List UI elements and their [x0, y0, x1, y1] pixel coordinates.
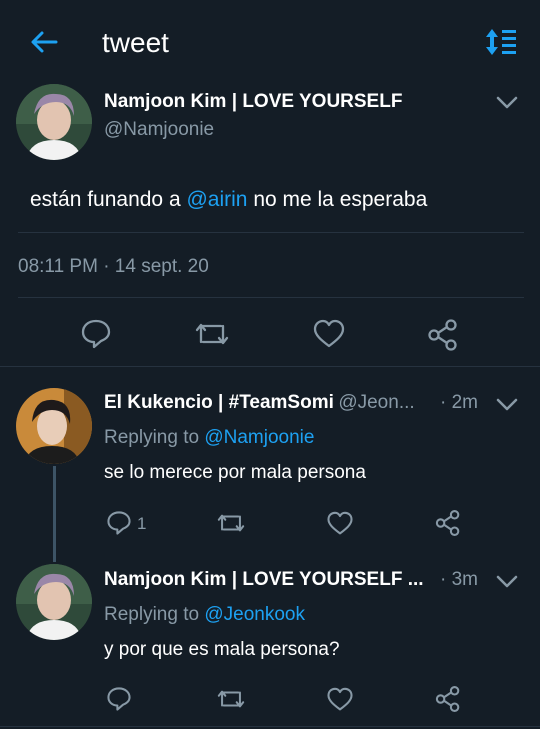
- mention-link[interactable]: @airin: [186, 188, 247, 211]
- top-bar: tweet: [0, 0, 540, 84]
- reply-text: y por que es mala persona?: [104, 639, 340, 660]
- reply-time: · 3m: [440, 569, 478, 590]
- share-icon[interactable]: [434, 509, 462, 537]
- reply-time: · 2m: [440, 392, 478, 413]
- chevron-down-icon[interactable]: [496, 96, 518, 110]
- arrow-left-icon[interactable]: [28, 26, 60, 58]
- page-title: tweet: [102, 27, 169, 58]
- tweet-text: están funando a @airin no me la esperaba: [30, 187, 427, 213]
- heart-icon[interactable]: [312, 319, 346, 349]
- reply-icon[interactable]: [80, 318, 112, 350]
- divider: [18, 297, 524, 298]
- author-name[interactable]: Namjoon Kim | LOVE YOURSELF ...: [104, 568, 424, 592]
- replying-to: Replying to @Jeonkook: [104, 603, 305, 627]
- tweet-timestamp[interactable]: 08:11 PM · 14 sept. 20: [18, 255, 209, 279]
- reply-text: se lo merece por mala persona: [104, 462, 366, 483]
- author-handle[interactable]: @Namjoonie: [104, 118, 214, 142]
- divider: [18, 232, 524, 233]
- retweet-icon[interactable]: [194, 318, 230, 350]
- reply-icon[interactable]: [106, 510, 132, 536]
- share-icon[interactable]: [434, 685, 462, 713]
- chevron-down-icon[interactable]: [496, 398, 518, 412]
- retweet-icon[interactable]: [216, 510, 246, 536]
- share-icon[interactable]: [426, 318, 460, 352]
- reply-count: 1: [137, 514, 147, 533]
- sort-icon[interactable]: [484, 27, 518, 57]
- avatar[interactable]: [16, 564, 92, 640]
- author-handle[interactable]: @Jeon...: [338, 392, 414, 413]
- author-name[interactable]: El Kukencio | #TeamSomi: [104, 392, 334, 413]
- divider: [0, 726, 540, 727]
- replying-to: Replying to @Namjoonie: [104, 426, 314, 450]
- tweet-text-start: están funando a: [30, 188, 187, 211]
- tweet-text-end: no me la esperaba: [247, 188, 428, 211]
- chevron-down-icon[interactable]: [496, 575, 518, 589]
- thread-line: [53, 466, 56, 562]
- replying-prefix: Replying to: [104, 604, 205, 625]
- replying-mention[interactable]: @Jeonkook: [204, 604, 305, 625]
- avatar[interactable]: [16, 388, 92, 464]
- author-name[interactable]: Namjoon Kim | LOVE YOURSELF: [104, 90, 402, 114]
- retweet-icon[interactable]: [216, 686, 246, 712]
- heart-icon[interactable]: [326, 687, 354, 712]
- avatar[interactable]: [16, 84, 92, 160]
- reply-icon[interactable]: [106, 686, 132, 712]
- heart-icon[interactable]: [326, 511, 354, 536]
- replying-prefix: Replying to: [104, 427, 205, 448]
- replying-mention[interactable]: @Namjoonie: [204, 427, 314, 448]
- divider: [0, 366, 540, 367]
